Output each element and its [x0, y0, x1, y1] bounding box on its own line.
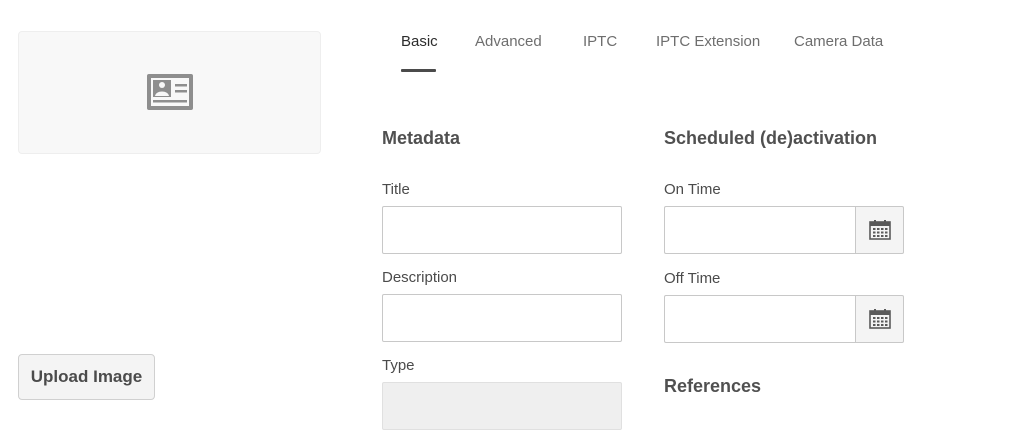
- on-time-calendar-button[interactable]: [855, 206, 904, 254]
- image-placeholder-icon: [147, 74, 193, 110]
- image-thumbnail: [18, 31, 321, 154]
- tab-advanced[interactable]: Advanced: [475, 33, 542, 51]
- type-label: Type: [382, 357, 415, 374]
- on-time-label: On Time: [664, 181, 721, 198]
- tab-iptc-extension[interactable]: IPTC Extension: [656, 33, 760, 51]
- schedule-heading: Scheduled (de)activation: [664, 128, 878, 148]
- type-field: [382, 382, 622, 430]
- off-time-calendar-button[interactable]: [855, 295, 904, 343]
- tab-basic[interactable]: Basic: [401, 33, 438, 51]
- description-label: Description: [382, 269, 458, 286]
- tab-iptc[interactable]: IPTC: [583, 33, 617, 51]
- references-heading: References: [664, 376, 762, 396]
- title-input[interactable]: [382, 206, 622, 254]
- title-label: Title: [382, 181, 410, 198]
- upload-image-button[interactable]: Upload Image: [18, 354, 155, 400]
- on-time-input[interactable]: [664, 206, 855, 254]
- off-time-datepicker: [664, 295, 904, 343]
- metadata-heading: Metadata: [382, 128, 461, 148]
- off-time-input[interactable]: [664, 295, 855, 343]
- active-tab-indicator: [401, 69, 436, 72]
- tab-camera-data[interactable]: Camera Data: [794, 33, 883, 51]
- description-input[interactable]: [382, 294, 622, 342]
- calendar-icon: [868, 309, 891, 329]
- calendar-icon: [868, 220, 891, 240]
- off-time-label: Off Time: [664, 270, 721, 287]
- on-time-datepicker: [664, 206, 904, 254]
